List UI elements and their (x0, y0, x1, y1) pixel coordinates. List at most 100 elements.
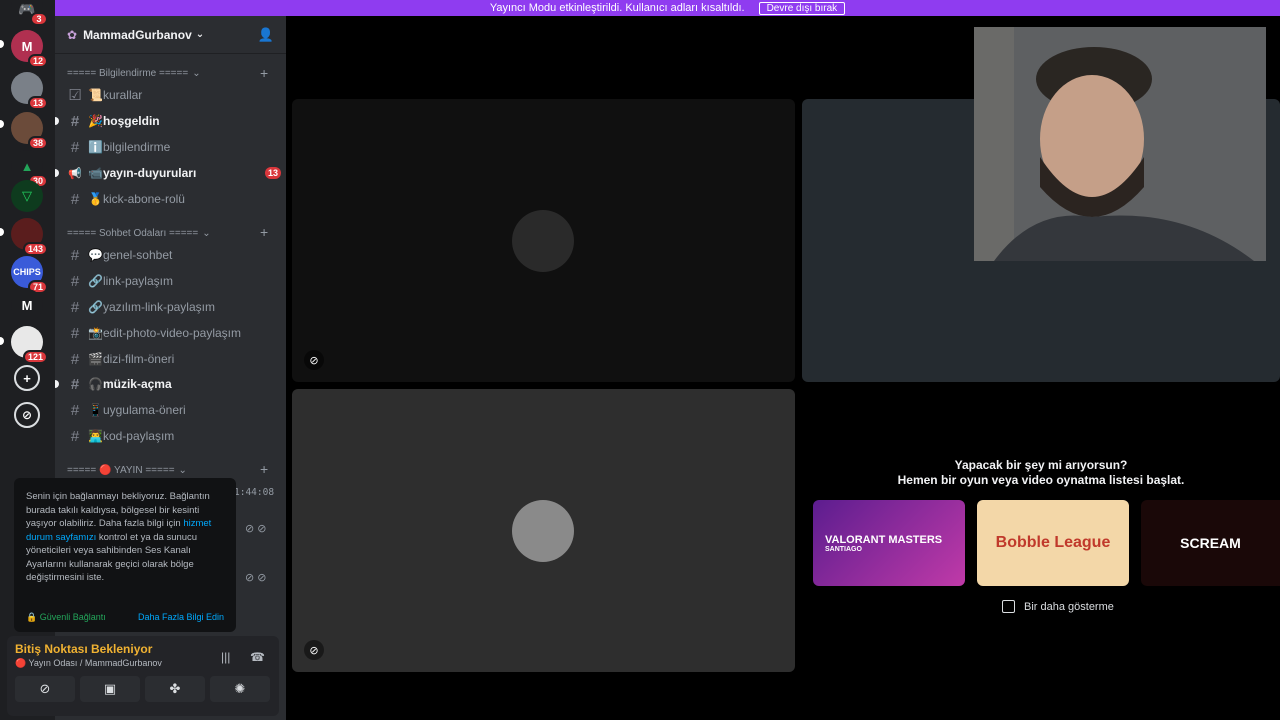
server-badge: 12 (27, 54, 48, 68)
add-channel-icon[interactable]: + (260, 224, 268, 240)
channel-item[interactable]: # 🥇kick-abone-rolü (63, 188, 281, 210)
server-icon[interactable]: 121 (11, 326, 48, 364)
server-icon[interactable]: M 12 (11, 30, 48, 68)
channel-item[interactable]: # 🎉hoşgeldin (55, 110, 281, 132)
activity-card-valorant[interactable]: VALORANT MASTERS SANTIAGO (813, 500, 965, 586)
server-name: MammadGurbanov (83, 27, 192, 42)
activities-button[interactable]: ✤ (145, 676, 205, 702)
unread-pip (55, 169, 59, 177)
video-tile[interactable]: ⊘ (292, 389, 795, 672)
channel-item[interactable]: # 📱uygulama-öneri (63, 399, 281, 421)
hash-icon: # (70, 375, 80, 393)
channel-item[interactable]: # ℹ️bilgilendirme (63, 136, 281, 158)
chevron-down-icon: ⌄ (202, 228, 211, 239)
activity-card-scream[interactable]: SCREAM (1141, 500, 1280, 586)
server-icon[interactable]: 143 (11, 218, 48, 256)
server-icon[interactable]: ▲ 30 (11, 150, 48, 188)
server-badge: 143 (22, 242, 48, 256)
connection-tooltip: Senin için bağlanmayı bekliyoruz. Bağlan… (14, 478, 236, 632)
rules-icon: ☑ (68, 87, 82, 104)
banner-text: Yayıncı Modu etkinleştirildi. Kullanıcı … (489, 2, 745, 14)
camera-off-icon: ⊘ (39, 681, 51, 696)
learn-more-link[interactable]: Daha Fazla Bilgi Edin (138, 611, 224, 625)
video-off-icon: ⊘ (304, 350, 324, 370)
channel-item[interactable]: # 🎬dizi-film-öneri (63, 348, 281, 370)
video-off-icon: ⊘ (304, 640, 324, 660)
server-icon[interactable]: 38 (11, 112, 48, 150)
server-icon[interactable]: M (11, 289, 43, 321)
connection-status[interactable]: Bitiş Noktası Bekleniyor (15, 642, 152, 656)
channel-item[interactable]: 📢 📹yayın-duyuruları 13 (55, 162, 281, 184)
channel-item[interactable]: # 💬genel-sohbet (63, 244, 281, 266)
channel-item[interactable]: ☑ 📜kurallar (63, 84, 281, 106)
add-user-icon[interactable]: 👤 (258, 27, 274, 43)
server-badge: 38 (27, 136, 48, 150)
server-pip (0, 40, 4, 48)
video-off-icon: ⊘ ⊘ (245, 523, 267, 535)
hash-icon: # (70, 350, 80, 368)
stream-timer: 1:44:08 (234, 487, 275, 498)
dont-show-label: Bir daha gösterme (1024, 600, 1114, 613)
server-icon[interactable]: CHIPS 71 (11, 256, 48, 294)
voice-connection-panel: Bitiş Noktası Bekleniyor 🔴 Yayın Odası /… (7, 636, 279, 716)
hash-icon: # (70, 112, 80, 130)
server-icon[interactable]: 13 (11, 72, 48, 110)
server-icon[interactable]: ▽ (11, 180, 43, 212)
server-pip (0, 120, 4, 128)
hash-icon: # (70, 246, 80, 264)
chevron-down-icon: ⌄ (195, 29, 205, 40)
voice-channel-label[interactable]: 🔴 Yayın Odası / MammadGurbanov (15, 658, 162, 669)
discover-icon[interactable]: ⊘ (14, 402, 40, 428)
channel-item[interactable]: # 📸edit-photo-video-paylaşım (63, 322, 281, 344)
hash-icon: # (70, 298, 80, 316)
add-channel-icon[interactable]: + (260, 461, 268, 477)
channel-item[interactable]: # 👨‍💻kod-paylaşım (63, 425, 281, 447)
v-logo-icon: ▽ (22, 188, 32, 203)
channel-item[interactable]: # 🎧müzik-açma (55, 373, 281, 395)
streamer-mode-banner: Yayıncı Modu etkinleştirildi. Kullanıcı … (55, 0, 1280, 16)
category-header[interactable]: ===== 🔴 YAYIN ===== ⌄ (67, 465, 187, 476)
discord-home-button[interactable]: 🎮 3 (11, 0, 48, 26)
triangle-icon: ▲ (20, 158, 34, 174)
screen-share-button[interactable]: ▣ (80, 676, 140, 702)
category-header[interactable]: ===== Bilgilendirme ===== ⌄ (67, 68, 201, 79)
add-server-icon[interactable]: + (14, 365, 40, 391)
avatar (512, 210, 574, 272)
channel-item[interactable]: # 🔗link-paylaşım (63, 270, 281, 292)
secure-connection-label: 🔒 Güvenli Bağlantı (26, 611, 106, 622)
dont-show-checkbox[interactable] (1002, 600, 1015, 613)
suggestion-subtitle: Hemen bir oyun veya video oynatma listes… (897, 473, 1185, 487)
disable-streamer-mode-button[interactable]: Devre dışı bırak (758, 1, 846, 15)
hash-icon: # (70, 324, 80, 342)
chips-logo-icon: CHIPS (13, 267, 41, 277)
category-header[interactable]: ===== Sohbet Odaları ===== ⌄ (67, 228, 211, 239)
server-badge: 13 (27, 96, 48, 110)
suggestion-title: Yapacak bir şey mi arıyorsun? (954, 458, 1128, 472)
disconnect-icon[interactable]: ☎ (250, 650, 265, 664)
screen-share-icon: ▣ (103, 681, 117, 696)
hash-icon: # (70, 272, 80, 290)
camera-off-button[interactable]: ⊘ (15, 676, 75, 702)
activities-icon: ✤ (169, 681, 181, 696)
channel-item[interactable]: # 🔗yazılım-link-paylaşım (63, 296, 281, 318)
server-badge: 3 (30, 12, 48, 26)
hash-icon: # (70, 401, 80, 419)
soundboard-button[interactable]: ✺ (210, 676, 270, 702)
activity-suggestion: Yapacak bir şey mi arıyorsun? Hemen bir … (802, 458, 1280, 488)
server-pip (0, 337, 4, 345)
hash-icon: # (70, 190, 80, 208)
webcam-overlay (974, 27, 1266, 261)
video-tile[interactable]: ⊘ (292, 99, 795, 382)
unread-pip (55, 380, 59, 388)
webcam-person-image (974, 27, 1266, 261)
add-channel-icon[interactable]: + (260, 65, 268, 81)
server-avatar-icon: ✿ (67, 27, 78, 42)
activity-card-bobble-league[interactable]: Bobble League (977, 500, 1129, 586)
server-header[interactable]: ✿ MammadGurbanov ⌄ 👤 (55, 16, 286, 54)
chevron-down-icon: ⌄ (178, 465, 187, 476)
server-pip (0, 228, 4, 236)
video-off-icon: ⊘ ⊘ (245, 572, 267, 584)
dont-show-again[interactable]: Bir daha gösterme (1002, 600, 1114, 613)
avatar (512, 500, 574, 562)
noise-suppression-icon[interactable]: ||| (221, 650, 230, 664)
